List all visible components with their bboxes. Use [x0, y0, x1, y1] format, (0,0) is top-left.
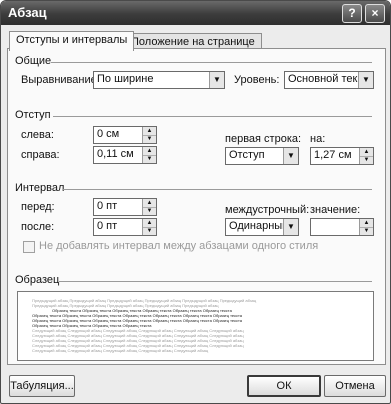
- spacing-at-spinner[interactable]: ▲ ▼: [310, 218, 374, 236]
- group-divider: [63, 189, 372, 190]
- line-spacing-value: Одинарный: [229, 220, 289, 232]
- ok-button-label: ОК: [276, 380, 292, 392]
- group-divider: [59, 281, 372, 282]
- group-title-sample: Образец: [15, 274, 60, 286]
- ok-button[interactable]: ОК: [247, 375, 321, 397]
- spacing-after-spinner[interactable]: 0 пт ▲ ▼: [93, 218, 157, 236]
- indent-right-spinner[interactable]: 0,11 см ▲ ▼: [93, 146, 157, 164]
- chevron-down-icon[interactable]: ▼: [283, 148, 298, 164]
- line-spacing-label: междустрочный:: [225, 204, 310, 216]
- close-icon[interactable]: ×: [365, 4, 385, 23]
- alignment-label: Выравнивание:: [21, 74, 100, 86]
- group-divider: [53, 116, 372, 117]
- spin-down-icon[interactable]: ▼: [360, 227, 373, 235]
- spacing-before-value: 0 пт: [97, 200, 118, 212]
- tab-label: Отступы и интервалы: [16, 34, 128, 46]
- alignment-value: По ширине: [97, 73, 154, 85]
- paragraph-dialog: Абзац ? × Отступы и интервалы Положение …: [0, 0, 391, 404]
- indent-by-spinner[interactable]: 1,27 см ▲ ▼: [310, 147, 374, 165]
- indent-left-value: 0 см: [97, 128, 120, 140]
- first-line-label: первая строка:: [225, 133, 302, 145]
- indent-left-label: слева:: [21, 129, 54, 141]
- tabs-button[interactable]: Табуляция...: [9, 375, 75, 397]
- line-spacing-select[interactable]: Одинарный ▼: [225, 218, 299, 236]
- indent-by-label: на:: [310, 133, 326, 145]
- alignment-select[interactable]: По ширине ▼: [93, 71, 225, 89]
- spin-down-icon[interactable]: ▼: [360, 156, 373, 164]
- indent-right-value: 0,11 см: [97, 148, 134, 160]
- cancel-button[interactable]: Отмена: [324, 375, 386, 397]
- cancel-button-label: Отмена: [335, 380, 375, 392]
- indent-left-spinner[interactable]: 0 см ▲ ▼: [93, 126, 157, 144]
- chevron-down-icon[interactable]: ▼: [358, 72, 373, 88]
- level-label: Уровень:: [234, 74, 280, 86]
- spacing-before-label: перед:: [21, 201, 55, 213]
- tab-label: Положение на странице: [131, 36, 255, 48]
- chevron-down-icon[interactable]: ▼: [283, 219, 298, 235]
- tabs-button-label: Табуляция...: [10, 380, 74, 392]
- spin-down-icon[interactable]: ▼: [143, 135, 156, 143]
- group-title-indent: Отступ: [15, 109, 51, 121]
- first-line-select[interactable]: Отступ ▼: [225, 147, 299, 165]
- chevron-down-icon[interactable]: ▼: [209, 72, 224, 88]
- first-line-value: Отступ: [229, 149, 265, 161]
- title-bar[interactable]: Абзац ? ×: [1, 1, 390, 25]
- preview-line-next: Следующий абзац Следующий абзац Следующи…: [32, 348, 209, 353]
- no-space-same-style-checkbox[interactable]: [23, 241, 35, 253]
- spacing-after-label: после:: [21, 221, 55, 233]
- spacing-before-spinner[interactable]: 0 пт ▲ ▼: [93, 198, 157, 216]
- group-title-general: Общие: [15, 55, 52, 67]
- indent-right-label: справа:: [21, 149, 60, 161]
- indent-by-value: 1,27 см: [314, 149, 352, 161]
- sample-preview: Предыдущий абзац Предыдущий абзац Предыд…: [17, 291, 374, 361]
- spacing-at-label: значение:: [310, 204, 361, 216]
- spacing-after-value: 0 пт: [97, 220, 118, 232]
- help-icon[interactable]: ?: [342, 4, 362, 23]
- outline-level-select[interactable]: Основной текст ▼: [284, 71, 374, 89]
- group-title-spacing: Интервал: [15, 182, 65, 194]
- no-space-same-style-label: Не добавлять интервал между абзацами одн…: [39, 240, 319, 252]
- group-divider: [51, 62, 372, 63]
- spin-down-icon[interactable]: ▼: [143, 207, 156, 215]
- spin-down-icon[interactable]: ▼: [143, 155, 156, 163]
- spin-down-icon[interactable]: ▼: [143, 227, 156, 235]
- dialog-title: Абзац: [8, 5, 47, 20]
- preview-page: Предыдущий абзац Предыдущий абзац Предыд…: [32, 298, 359, 354]
- tab-indents-and-spacing[interactable]: Отступы и интервалы: [9, 31, 135, 51]
- outline-level-value: Основной текст: [288, 73, 368, 85]
